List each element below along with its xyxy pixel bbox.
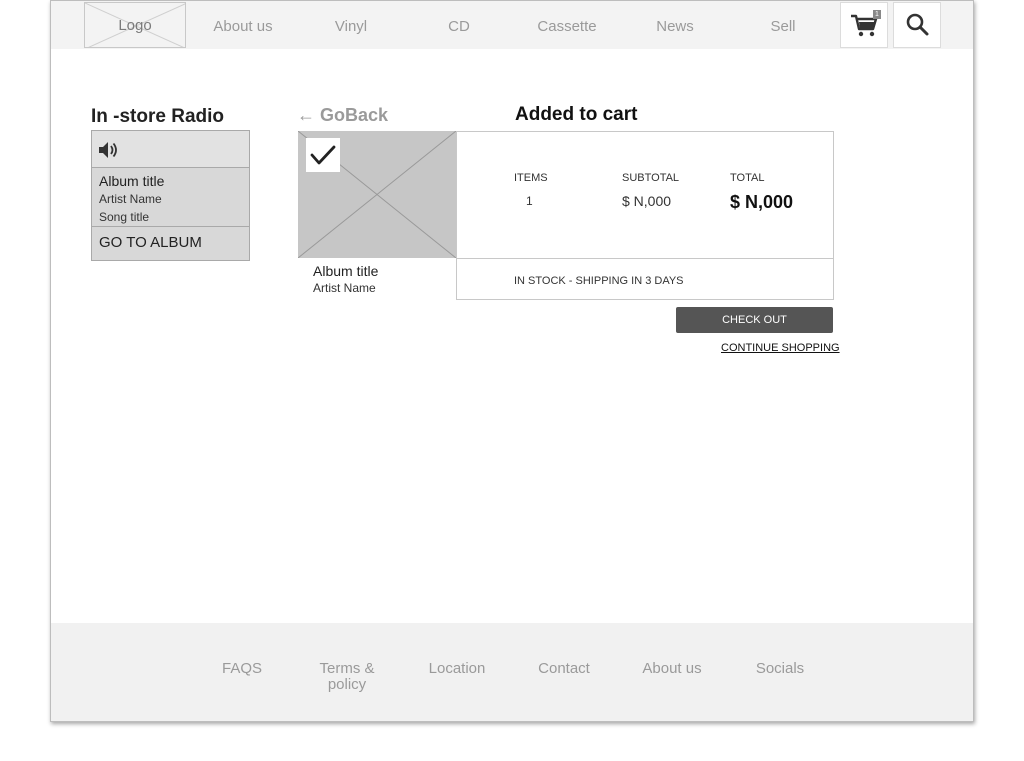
nav-vinyl[interactable]: Vinyl [311,18,391,35]
radio-volume-row [92,131,249,168]
logo[interactable]: Logo [84,2,186,48]
footer-faqs[interactable]: FAQS [197,660,287,677]
total-label: TOTAL [730,172,765,184]
footer-location[interactable]: Location [412,660,502,677]
top-navigation: Logo About us Vinyl CD Cassette News Sel… [51,1,973,49]
total-value: $ N,000 [730,192,794,212]
nav-news[interactable]: News [635,18,715,35]
items-value: 1 [526,194,533,208]
nav-sell[interactable]: Sell [743,18,823,35]
footer-socials[interactable]: Socials [735,660,825,677]
cart-artist-name: Artist Name [313,281,376,295]
go-to-album-button[interactable]: GO TO ALBUM [92,227,249,260]
continue-shopping-link[interactable]: CONTINUE SHOPPING [721,342,840,354]
stock-status: IN STOCK - SHIPPING IN 3 DAYS [514,275,684,287]
items-label: ITEMS [514,172,548,184]
page-frame: Logo About us Vinyl CD Cassette News Sel… [50,0,974,722]
radio-album-title: Album title [99,173,165,189]
footer: FAQS Terms & policy Location Contact Abo… [51,623,973,721]
search-button[interactable] [893,2,941,48]
radio-heading: In -store Radio [91,106,225,127]
subtotal-label: SUBTOTAL [622,172,680,184]
nav-about-us[interactable]: About us [203,18,283,35]
nav-cassette[interactable]: Cassette [527,18,607,35]
cart-divider [457,258,833,259]
added-to-cart-heading: Added to cart [515,104,638,125]
cart-icon [851,14,878,37]
footer-terms-policy[interactable]: Terms & policy [303,661,391,693]
checkout-button[interactable]: CHECK OUT [676,307,833,333]
cart-summary: ITEMS 1 SUBTOTAL $ N,000 TOTAL $ N,000 I… [456,131,834,300]
radio-widget: Album title Artist Name Song title GO TO… [91,130,250,261]
go-to-album-label: GO TO ALBUM [99,234,202,251]
speaker-icon[interactable] [97,138,121,162]
checkmark-icon [310,145,336,165]
search-icon [906,13,929,36]
logo-text: Logo [118,17,152,34]
cart-button[interactable]: 1 [840,2,888,48]
radio-now-playing: Album title Artist Name Song title [92,168,249,227]
footer-contact[interactable]: Contact [519,660,609,677]
radio-song-title: Song title [99,210,150,224]
cart-count-badge: 1 [873,10,881,19]
album-cover-image [298,131,456,258]
footer-about-us[interactable]: About us [627,660,717,677]
go-back-link[interactable]: ← GoBack [297,105,388,126]
nav-cd[interactable]: CD [419,18,499,35]
radio-artist-name: Artist Name [99,192,162,206]
cart-album-title: Album title [313,263,379,279]
subtotal-value: $ N,000 [622,193,672,209]
checkmark-badge [306,138,340,172]
